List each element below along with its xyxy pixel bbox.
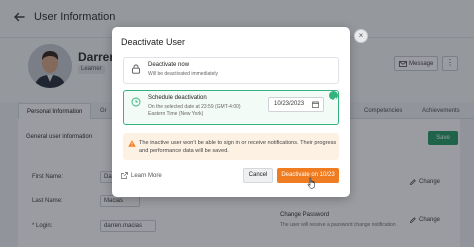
calendar-icon[interactable] (312, 101, 319, 108)
dialog-title: Deactivate User (121, 37, 186, 47)
warning-text: The inactive user won't be able to sign … (139, 140, 337, 154)
clock-icon (131, 97, 141, 107)
deactivation-date-input[interactable]: 10/23/2023 (268, 97, 324, 112)
option-schedule-desc-line2: Eastern Time (New York) (148, 111, 204, 117)
lock-icon (132, 64, 140, 74)
option-schedule-title: Schedule deactivation (148, 95, 207, 101)
date-value: 10/23/2023 (274, 101, 305, 107)
hand-cursor-icon (307, 177, 315, 189)
learn-more-label: Learn More (131, 172, 162, 179)
close-icon[interactable]: × (354, 29, 368, 43)
external-link-icon (121, 172, 128, 179)
option-now-title: Deactivate now (148, 62, 190, 68)
cancel-button[interactable]: Cancel (243, 168, 273, 183)
option-now-desc: Will be deactivated immediately (148, 71, 219, 77)
warning-icon (128, 140, 136, 147)
learn-more-link[interactable]: Learn More (121, 172, 162, 179)
selected-check-icon (329, 91, 338, 102)
